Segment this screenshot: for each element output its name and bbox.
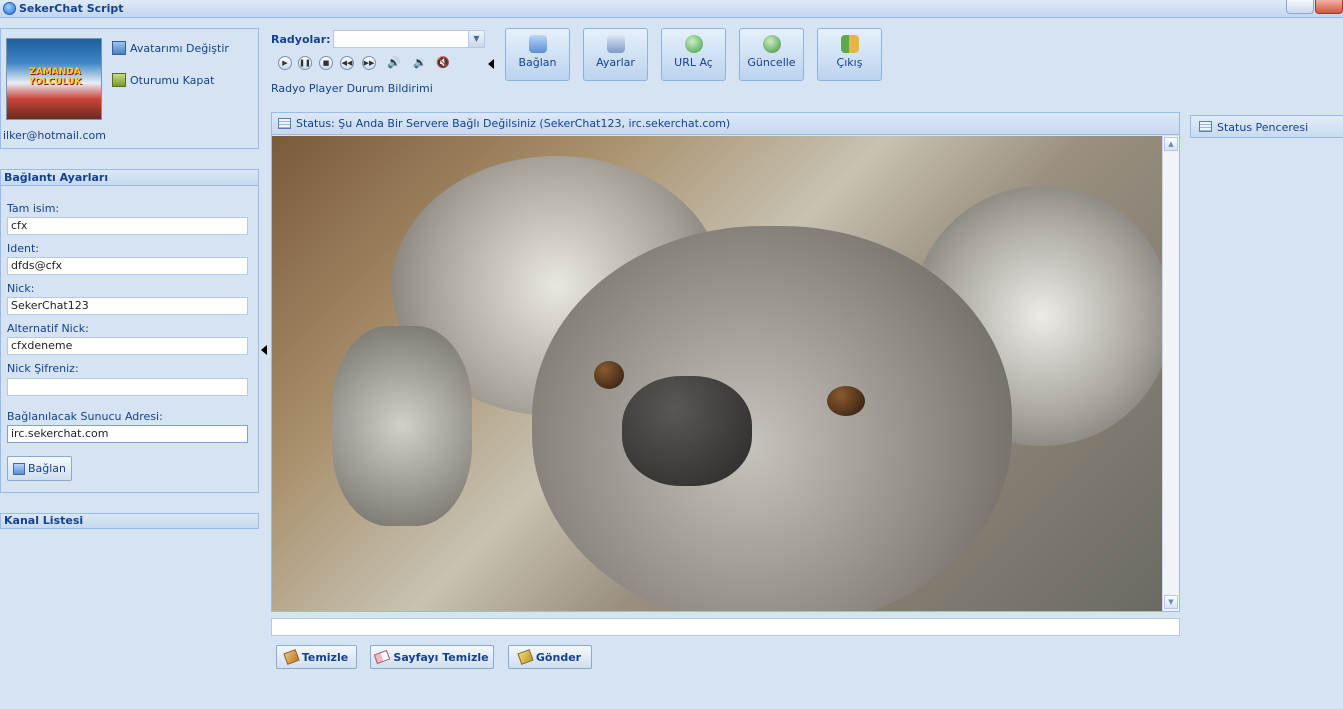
connect-button-side-label: Bağlan [27,462,67,475]
clear-button-label: Temizle [301,650,349,664]
toolbar-settings-button[interactable]: Ayarlar [583,28,648,81]
radio-select[interactable]: ▼ [333,30,485,48]
clear-page-button-label: Sayfayı Temizle [393,650,489,664]
table-icon [1199,121,1212,132]
forward-icon[interactable]: ▶▶ [362,56,376,70]
toolbar-update-button[interactable]: Güncelle [739,28,804,81]
stop-icon[interactable]: ■ [319,56,333,70]
pencil-icon [517,649,534,665]
radio-label: Radyolar: [271,33,331,46]
user-email: ilker@hotmail.com [3,129,106,142]
fullname-label: Tam isim: [7,202,60,215]
nick-label: Nick: [7,282,35,295]
avatar-change-icon [112,41,126,55]
toolbar-connect-label: Bağlan [518,56,557,69]
scroll-down-icon[interactable]: ▼ [1164,595,1178,609]
minimize-button[interactable] [1286,0,1314,14]
radio-collapse-arrow[interactable] [488,59,494,69]
ident-field[interactable]: dfds@cfx [7,257,248,275]
clear-page-button[interactable]: Sayfayı Temizle [370,645,494,669]
rewind-icon[interactable]: ◀◀ [340,56,354,70]
koala-nose [622,376,752,486]
brush-icon [283,649,300,665]
status-background-image [272,136,1162,611]
logout-icon [112,73,126,87]
app-icon [3,2,16,15]
volume-up-icon[interactable]: 🔊 [387,56,401,70]
server-label: Bağlanılacak Sunucu Adresi: [7,410,163,423]
connection-panel-title: Bağlantı Ayarları [1,170,258,186]
avatar[interactable]: ZAMANDA YOLCULUK [6,38,102,120]
send-button[interactable]: Gönder [508,645,592,669]
status-window-tab-label: Status Penceresi [1217,121,1309,134]
scroll-up-icon[interactable]: ▲ [1164,137,1178,151]
nick-password-field[interactable] [7,378,248,396]
mute-icon[interactable]: 🔇 [436,56,450,70]
chevron-down-icon[interactable]: ▼ [468,31,484,47]
toolbar-update-label: Güncelle [747,56,796,69]
status-scrollbar[interactable]: ▲ ▼ [1162,136,1179,611]
volume-down-icon[interactable]: 🔉 [413,56,427,70]
logout-link[interactable]: Oturumu Kapat [130,74,214,87]
toolbar-exit-label: Çıkış [836,56,863,69]
exit-door-icon [840,35,859,53]
status-header: Status: Şu Anda Bir Servere Bağlı Değils… [272,113,1179,135]
alt-nick-field[interactable]: cfxdeneme [7,337,248,355]
message-input[interactable] [271,618,1180,636]
toolbar-exit-button[interactable]: Çıkış [817,28,882,81]
send-button-label: Gönder [535,650,582,664]
toolbar-settings-label: Ayarlar [596,56,635,69]
pause-icon[interactable]: ❚❚ [298,56,312,70]
alt-nick-label: Alternatif Nick: [7,322,89,335]
nick-field[interactable]: SekerChat123 [7,297,248,315]
koala-right-eye [827,386,865,416]
wrench-icon [606,35,625,53]
globe-link-icon [684,35,703,53]
toolbar-open-url-label: URL Aç [674,56,713,69]
toolbar-connect-button[interactable]: Bağlan [505,28,570,81]
server-address-field[interactable]: irc.sekerchat.com [7,425,248,443]
koala-left-eye [594,361,624,389]
window-title: SekerChat Script [19,2,124,15]
table-icon [278,118,291,129]
avatar-change-link[interactable]: Avatarımı Değiştir [130,42,229,55]
status-header-text: Status: Şu Anda Bir Servere Bağlı Değils… [296,117,731,130]
clear-button[interactable]: Temizle [276,645,357,669]
nick-password-label: Nick Şifreniz: [7,362,79,375]
koala-paw [332,326,472,526]
connect-button-side[interactable]: Bağlan [7,456,72,481]
title-bar [0,0,1343,18]
connect-icon [12,462,25,475]
channel-list-title[interactable]: Kanal Listesi [1,514,258,528]
collapse-left-arrow[interactable] [261,345,267,355]
close-button[interactable] [1315,0,1343,14]
status-window-tab[interactable]: Status Penceresi [1190,115,1343,138]
koala-face [532,226,1012,611]
avatar-caption: ZAMANDA YOLCULUK [28,67,82,87]
channel-list-panel: Kanal Listesi [0,513,259,529]
plug-icon [528,35,547,53]
ident-label: Ident: [7,242,39,255]
toolbar-open-url-button[interactable]: URL Aç [661,28,726,81]
update-globe-icon [762,35,781,53]
radio-status-text: Radyo Player Durum Bildirimi [271,82,433,95]
fullname-field[interactable]: cfx [7,217,248,235]
eraser-icon [374,649,391,665]
play-icon[interactable]: ▶ [278,56,292,70]
